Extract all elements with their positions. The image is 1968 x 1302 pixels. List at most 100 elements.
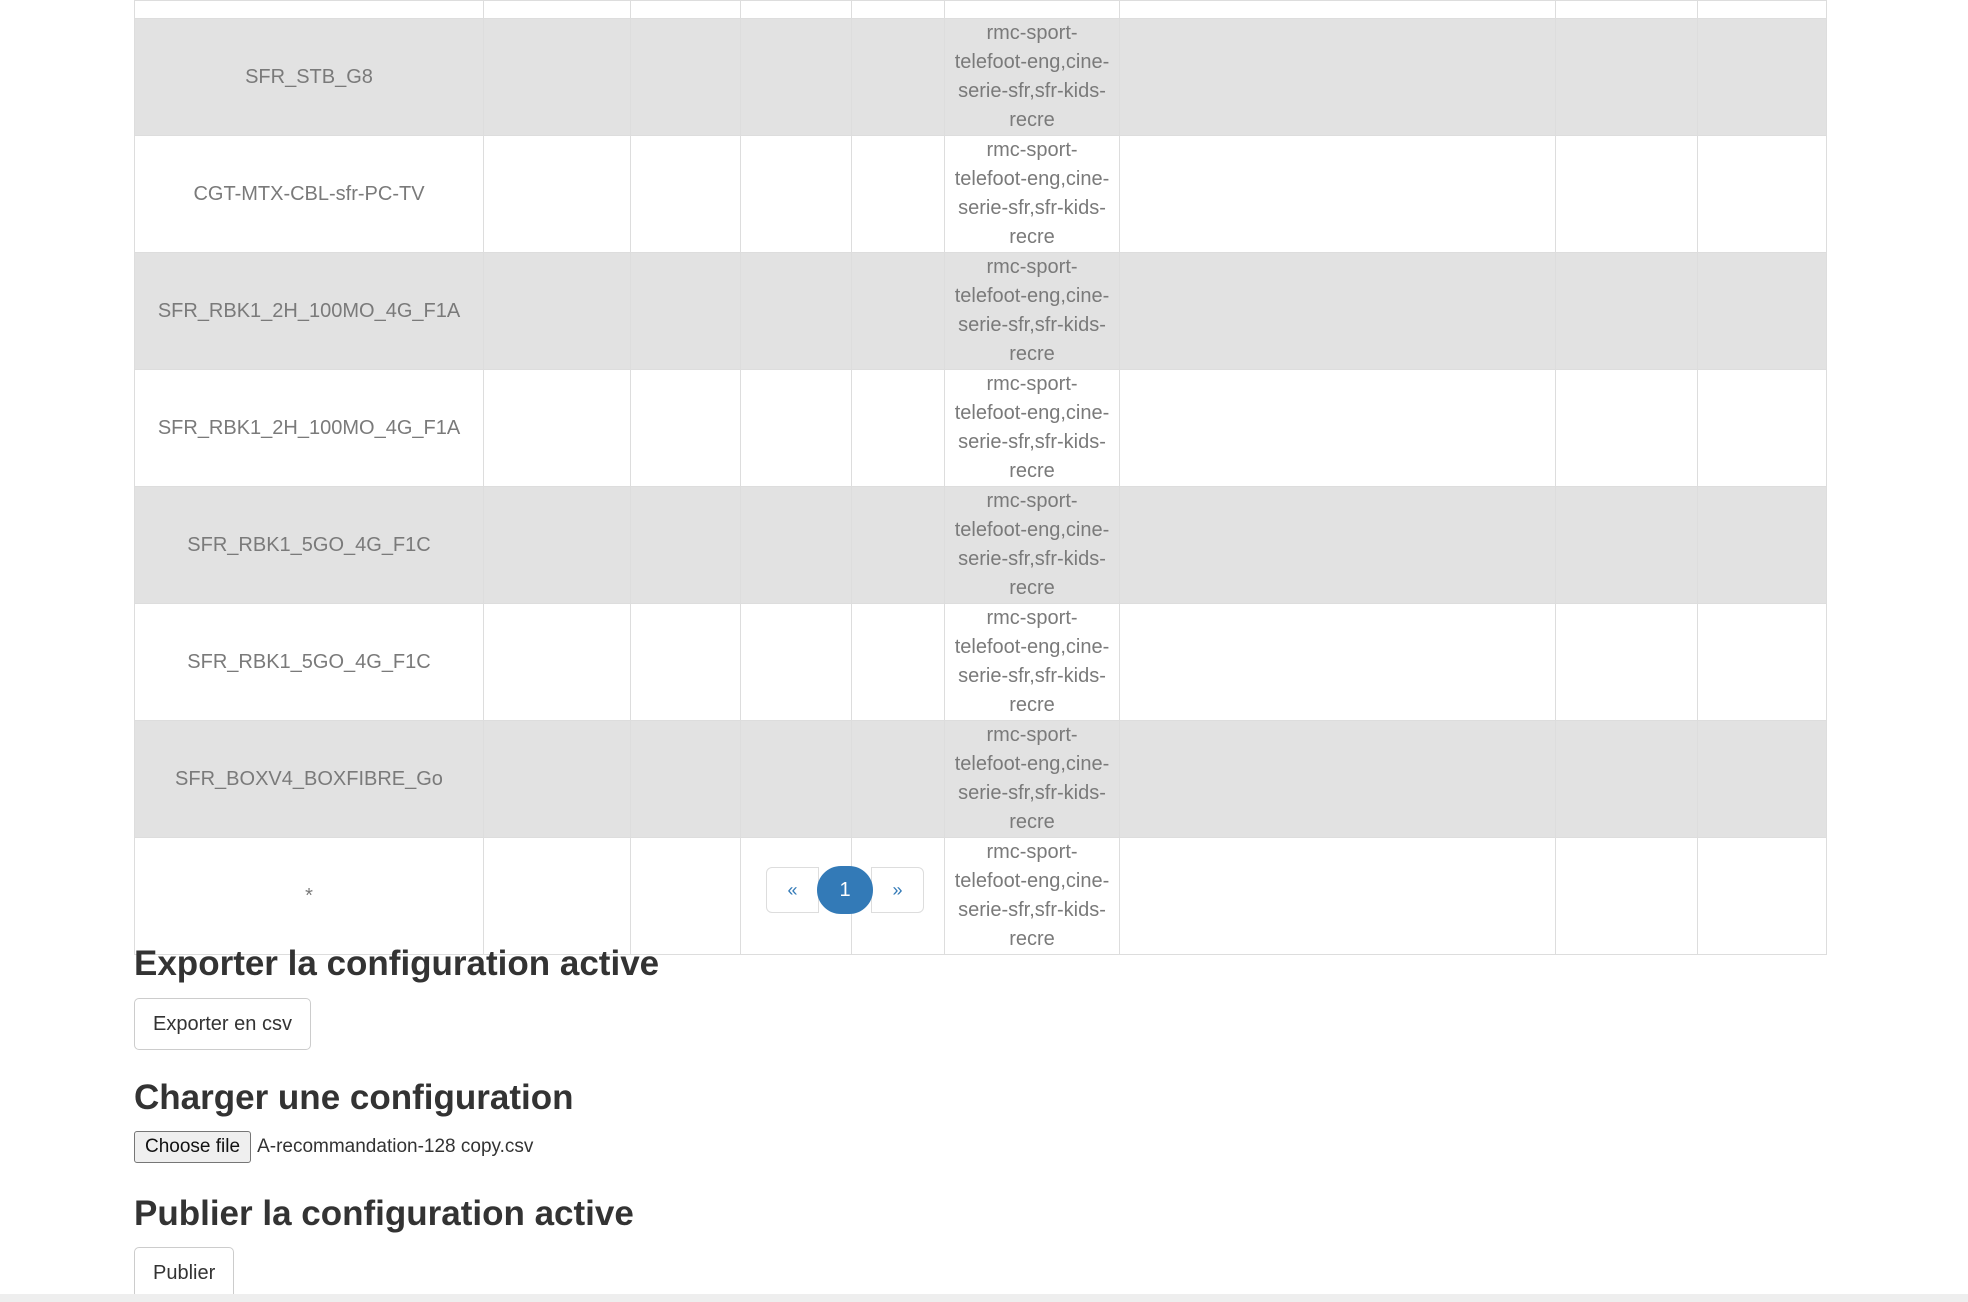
table-cell xyxy=(483,135,631,253)
table-cell xyxy=(1119,720,1556,838)
table-cell xyxy=(630,0,741,19)
table-cell: rmc-sport-telefoot-eng,cine-serie-sfr,sf… xyxy=(944,135,1120,253)
table-row: SFR_STB_G8 rmc-sport-telefoot-eng,cine-se… xyxy=(134,18,1827,136)
table-body: SFR_STB_G8 rmc-sport-telefoot-eng,cine-se… xyxy=(134,0,1827,955)
table-cell: rmc-sport-telefoot-eng,cine-serie-sfr,sf… xyxy=(944,252,1120,370)
publish-button[interactable]: Publier xyxy=(134,1247,235,1299)
selected-file-name: A-recommandation-128 copy.csv xyxy=(257,1136,534,1157)
table-cell xyxy=(1555,135,1698,253)
table-cell xyxy=(1697,720,1827,838)
table-cell xyxy=(483,837,631,955)
table-cell: SFR_RBK1_2H_100MO_4G_F1A xyxy=(134,252,484,370)
table-cell: SFR_RBK1_5GO_4G_F1C xyxy=(134,603,484,721)
table-cell xyxy=(483,0,631,19)
table-cell xyxy=(630,252,741,370)
table-cell xyxy=(1119,135,1556,253)
export-csv-button[interactable]: Exporter en csv xyxy=(134,998,311,1050)
table-row xyxy=(134,0,1827,19)
pagination-page-1-button[interactable]: 1 xyxy=(817,866,873,914)
publish-heading: Publier la configuration active xyxy=(134,1194,634,1233)
table-cell xyxy=(1697,252,1827,370)
table-cell xyxy=(134,0,484,19)
file-upload: Choose file A-recommandation-128 copy.cs… xyxy=(134,1131,533,1163)
choose-file-button[interactable]: Choose file xyxy=(134,1131,252,1163)
config-table-container: SFR_STB_G8 rmc-sport-telefoot-eng,cine-se… xyxy=(134,0,1827,955)
table-cell xyxy=(1555,837,1698,955)
table-cell xyxy=(630,837,741,955)
table-cell: SFR_RBK1_5GO_4G_F1C xyxy=(134,486,484,604)
table-cell xyxy=(630,18,741,136)
table-cell xyxy=(630,486,741,604)
table-cell xyxy=(740,0,852,19)
table-cell: rmc-sport-telefoot-eng,cine-serie-sfr,sf… xyxy=(944,369,1120,487)
table-row: CGT-MTX-CBL-sfr-PC-TV rmc-sport-telefoot-… xyxy=(134,135,1827,253)
table-cell: rmc-sport-telefoot-eng,cine-serie-sfr,sf… xyxy=(944,720,1120,838)
table-cell: CGT-MTX-CBL-sfr-PC-TV xyxy=(134,135,484,253)
table-cell xyxy=(851,369,945,487)
table-cell: SFR_RBK1_2H_100MO_4G_F1A xyxy=(134,369,484,487)
table-cell xyxy=(1697,369,1827,487)
pagination-next-button[interactable]: » xyxy=(871,867,924,913)
table-row: SFR_RBK1_2H_100MO_4G_F1A rmc-sport-telefo… xyxy=(134,252,1827,370)
table-cell xyxy=(1555,252,1698,370)
table-row: SFR_RBK1_5GO_4G_F1C rmc-sport-telefoot-en… xyxy=(134,486,1827,604)
table-cell xyxy=(740,369,852,487)
table-cell xyxy=(483,486,631,604)
bottom-scroll-area xyxy=(0,1294,1968,1302)
table-cell xyxy=(1555,0,1698,19)
table-cell xyxy=(740,135,852,253)
table-cell: * xyxy=(134,837,484,955)
table-cell xyxy=(483,369,631,487)
table-cell xyxy=(630,369,741,487)
table-cell xyxy=(1555,720,1698,838)
table-cell xyxy=(630,135,741,253)
table-cell xyxy=(1697,486,1827,604)
pagination-prev-button[interactable]: « xyxy=(766,867,819,913)
table-cell xyxy=(483,18,631,136)
table-cell xyxy=(851,486,945,604)
table-cell: SFR_BOXV4_BOXFIBRE_Go xyxy=(134,720,484,838)
table-cell: rmc-sport-telefoot-eng,cine-serie-sfr,sf… xyxy=(944,18,1120,136)
config-table: SFR_STB_G8 rmc-sport-telefoot-eng,cine-se… xyxy=(134,0,1827,955)
table-cell xyxy=(1697,135,1827,253)
table-cell xyxy=(740,18,852,136)
table-cell: SFR_STB_G8 xyxy=(134,18,484,136)
table-cell xyxy=(483,720,631,838)
table-cell xyxy=(851,603,945,721)
table-row: * rmc-sport-telefoot-eng,cine-serie-sfr,s… xyxy=(134,837,1827,955)
table-cell xyxy=(1119,837,1556,955)
table-cell xyxy=(740,603,852,721)
table-cell xyxy=(630,603,741,721)
table-cell xyxy=(1697,837,1827,955)
table-cell xyxy=(1697,603,1827,721)
table-cell xyxy=(1119,369,1556,487)
table-cell xyxy=(1119,0,1556,19)
table-cell xyxy=(1119,486,1556,604)
table-cell xyxy=(1555,486,1698,604)
table-cell xyxy=(1119,18,1556,136)
table-cell xyxy=(740,252,852,370)
pagination: « 1 » xyxy=(766,866,924,914)
table-cell: rmc-sport-telefoot-eng,cine-serie-sfr,sf… xyxy=(944,603,1120,721)
table-cell xyxy=(851,135,945,253)
table-cell: rmc-sport-telefoot-eng,cine-serie-sfr,sf… xyxy=(944,486,1120,604)
table-cell xyxy=(1555,369,1698,487)
table-cell xyxy=(740,486,852,604)
table-cell xyxy=(483,603,631,721)
table-cell xyxy=(1119,252,1556,370)
table-cell xyxy=(944,0,1120,19)
table-cell xyxy=(1119,603,1556,721)
table-row: SFR_BOXV4_BOXFIBRE_Go rmc-sport-telefoot-… xyxy=(134,720,1827,838)
table-cell xyxy=(1697,0,1827,19)
load-heading: Charger une configuration xyxy=(134,1078,574,1117)
table-cell xyxy=(851,720,945,838)
table-cell xyxy=(1555,603,1698,721)
table-row: SFR_RBK1_2H_100MO_4G_F1A rmc-sport-telefo… xyxy=(134,369,1827,487)
table-cell xyxy=(630,720,741,838)
table-cell xyxy=(1697,18,1827,136)
table-cell: rmc-sport-telefoot-eng,cine-serie-sfr,sf… xyxy=(944,837,1120,955)
table-cell xyxy=(740,720,852,838)
table-cell xyxy=(851,18,945,136)
table-cell xyxy=(851,252,945,370)
table-row: SFR_RBK1_5GO_4G_F1C rmc-sport-telefoot-en… xyxy=(134,603,1827,721)
